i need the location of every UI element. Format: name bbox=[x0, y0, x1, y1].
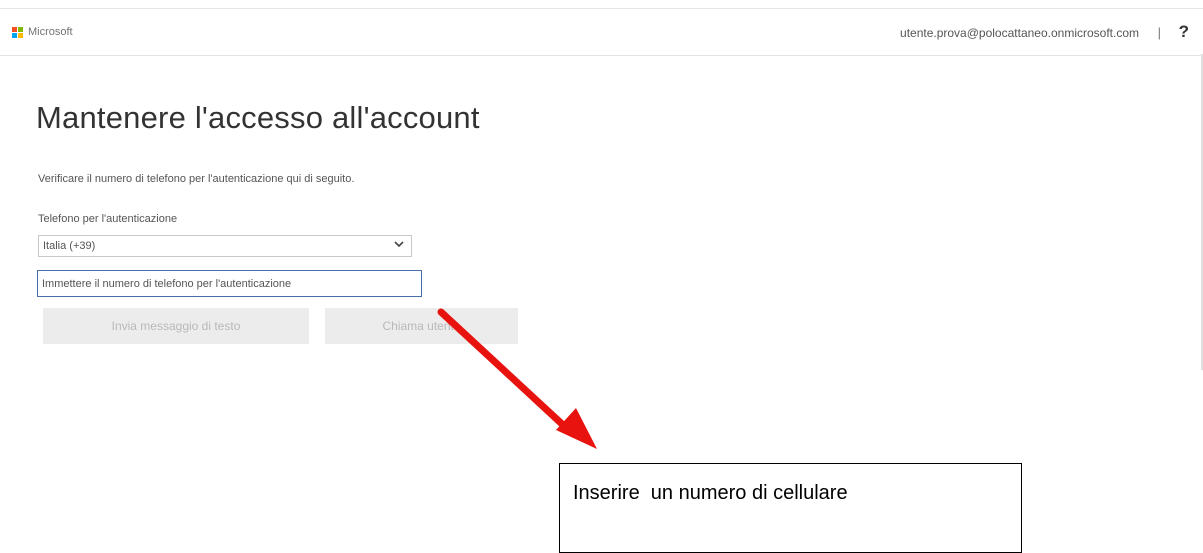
annotation-callout: Inserire un numero di cellulare bbox=[559, 463, 1022, 553]
callout-text: Inserire un numero di cellulare bbox=[573, 482, 848, 504]
